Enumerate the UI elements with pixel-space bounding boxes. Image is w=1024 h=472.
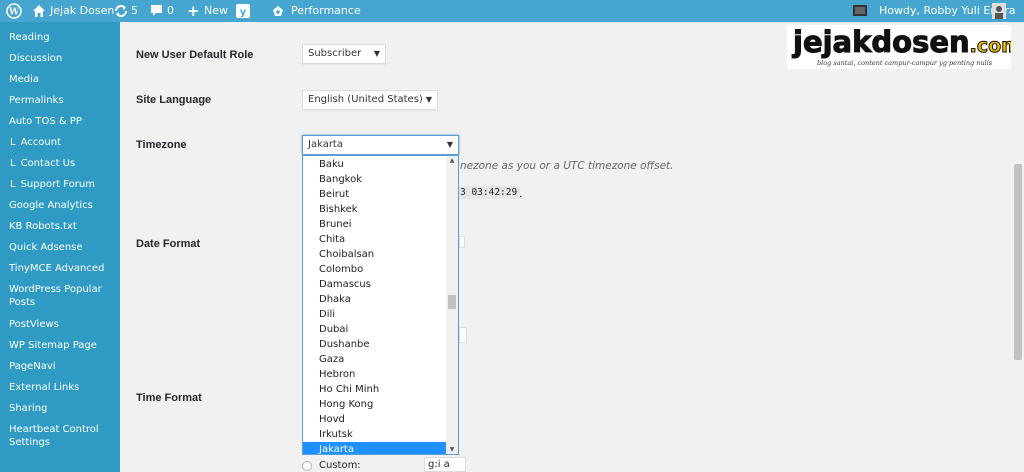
date-custom-input-edge[interactable] (459, 327, 467, 343)
sidebar-item-google-analytics[interactable]: Google Analytics (9, 199, 119, 212)
site-language-select[interactable]: English (United States) ▼ (302, 90, 438, 110)
timezone-option[interactable]: Hovd (303, 412, 446, 427)
timezone-value: Jakarta (308, 139, 343, 150)
avatar[interactable] (992, 3, 1006, 19)
timezone-select[interactable]: Jakarta ▼ (302, 135, 459, 155)
timezone-option[interactable]: Chita (303, 232, 446, 247)
timezone-dropdown-list[interactable]: ▲ ▼ Baku Bangkok Beirut Bishkek Brunei Chita C… (302, 155, 459, 455)
timezone-option[interactable]: Bishkek (303, 202, 446, 217)
sidebar-subitem-account[interactable]: L Account (10, 136, 120, 149)
sidebar-item-pagenavi[interactable]: PageNavi (9, 360, 119, 373)
timezone-option[interactable]: Dhaka (303, 292, 446, 307)
sidebar-item-sharing[interactable]: Sharing (9, 402, 119, 415)
sidebar-item-external-links[interactable]: External Links (9, 381, 119, 394)
default-role-value: Subscriber (308, 48, 362, 59)
local-time-period: . (519, 187, 523, 200)
comments-count[interactable]: 0 (167, 0, 174, 22)
sidebar-subitem-label: Support Forum (20, 179, 95, 190)
dropdown-scroll-thumb[interactable] (448, 295, 456, 309)
timezone-option[interactable]: Damascus (303, 277, 446, 292)
site-name-link[interactable]: Jejak Dosen (50, 0, 114, 22)
updates-icon[interactable] (114, 4, 128, 18)
sidebar-item-media[interactable]: Media (9, 73, 119, 86)
site-language-label: Site Language (136, 94, 212, 106)
site-language-value: English (United States) (308, 94, 423, 105)
sub-indent-icon: L (10, 137, 16, 148)
timezone-option[interactable]: Bangkok (303, 172, 446, 187)
page-scroll-thumb[interactable] (1014, 164, 1022, 360)
sidebar-item-discussion[interactable]: Discussion (9, 52, 119, 65)
custom-time-label: Custom: (319, 460, 361, 471)
custom-time-input[interactable]: g:i a (424, 457, 466, 472)
date-format-example-edge (459, 236, 465, 248)
sidebar-item-tinymce[interactable]: TinyMCE Advanced (9, 262, 119, 275)
timezone-option[interactable]: Dubai (303, 322, 446, 337)
updates-count[interactable]: 5 (131, 0, 138, 22)
chevron-down-icon: ▼ (446, 140, 453, 149)
svg-text:y: y (240, 7, 247, 18)
sidebar-item-kb-robots[interactable]: KB Robots.txt (9, 220, 119, 233)
chevron-down-icon: ▼ (373, 49, 380, 58)
screen-icon[interactable] (853, 4, 867, 18)
timezone-option[interactable]: Ho Chi Minh (303, 382, 446, 397)
timezone-hint: nezone as you or a UTC timezone offset. (460, 160, 674, 172)
sidebar-subitem-support-forum[interactable]: L Support Forum (10, 178, 120, 191)
dropdown-scrollbar[interactable]: ▲ ▼ (446, 156, 458, 454)
timezone-option[interactable]: Dili (303, 307, 446, 322)
home-icon[interactable] (32, 4, 46, 18)
timezone-option[interactable]: Irkutsk (303, 427, 446, 442)
timezone-option[interactable]: Hebron (303, 367, 446, 382)
timezone-option[interactable]: Beirut (303, 187, 446, 202)
sidebar-item-quick-adsense[interactable]: Quick Adsense (9, 241, 119, 254)
local-time-code: 3 03:42:29 (457, 186, 521, 199)
admin-sidebar: Reading Discussion Media Permalinks Auto… (0, 22, 120, 472)
chevron-down-icon: ▼ (425, 95, 432, 104)
scroll-up-icon[interactable]: ▲ (448, 157, 456, 164)
timezone-label: Timezone (136, 139, 187, 151)
timezone-option[interactable]: Choibalsan (303, 247, 446, 262)
yoast-icon[interactable]: y (236, 4, 250, 18)
timezone-option[interactable]: Baku (303, 157, 446, 172)
sidebar-item-wp-popular-posts[interactable]: WordPress Popular Posts (9, 283, 104, 309)
logo-main-text: jejakdosen (793, 25, 971, 60)
timezone-option[interactable]: Brunei (303, 217, 446, 232)
page-scrollbar[interactable] (1012, 22, 1024, 472)
sidebar-subitem-contact-us[interactable]: L Contact Us (10, 157, 120, 170)
sidebar-item-wp-sitemap[interactable]: WP Sitemap Page (9, 339, 119, 352)
sub-indent-icon: L (10, 158, 16, 169)
sidebar-item-auto-tos[interactable]: Auto TOS & PP (9, 115, 119, 128)
timezone-option[interactable]: Dushanbe (303, 337, 446, 352)
sidebar-item-postviews[interactable]: PostViews (9, 318, 119, 331)
performance-link[interactable]: Performance (291, 0, 361, 22)
date-format-label: Date Format (136, 238, 201, 250)
sub-indent-icon: L (10, 179, 16, 190)
logo-tagline: blog santai, content campur-campur yg pe… (817, 59, 993, 67)
new-content-link[interactable]: New (204, 0, 228, 22)
sidebar-item-heartbeat[interactable]: Heartbeat Control Settings (9, 423, 99, 449)
performance-icon[interactable] (271, 4, 285, 18)
svg-text:W: W (8, 8, 20, 18)
plus-icon[interactable]: + (187, 0, 200, 22)
default-role-label: New User Default Role (136, 49, 254, 61)
timezone-option[interactable]: Colombo (303, 262, 446, 277)
admin-bar: W Jejak Dosen 5 0 + New y Performance Ho… (0, 0, 1024, 22)
timezone-option[interactable]: Hong Kong (303, 397, 446, 412)
scroll-down-icon[interactable]: ▼ (448, 446, 456, 453)
sidebar-item-permalinks[interactable]: Permalinks (9, 94, 119, 107)
logo-wordmark: jejakdosen.com (793, 25, 1011, 60)
logo-suffix: .com (969, 35, 1011, 58)
custom-time-radio[interactable] (302, 461, 312, 471)
wordpress-logo-icon[interactable]: W (6, 3, 22, 19)
comments-icon[interactable] (150, 4, 163, 18)
sidebar-subitem-label: Contact Us (20, 158, 76, 169)
site-logo: jejakdosen.com blog santai, content camp… (787, 25, 1011, 69)
default-role-select[interactable]: Subscriber ▼ (302, 44, 386, 64)
timezone-option[interactable]: Gaza (303, 352, 446, 367)
sidebar-item-reading[interactable]: Reading (9, 31, 119, 44)
timezone-option[interactable]: Jakarta (303, 442, 446, 454)
sidebar-subitem-label: Account (20, 137, 61, 148)
time-format-label: Time Format (136, 392, 202, 404)
